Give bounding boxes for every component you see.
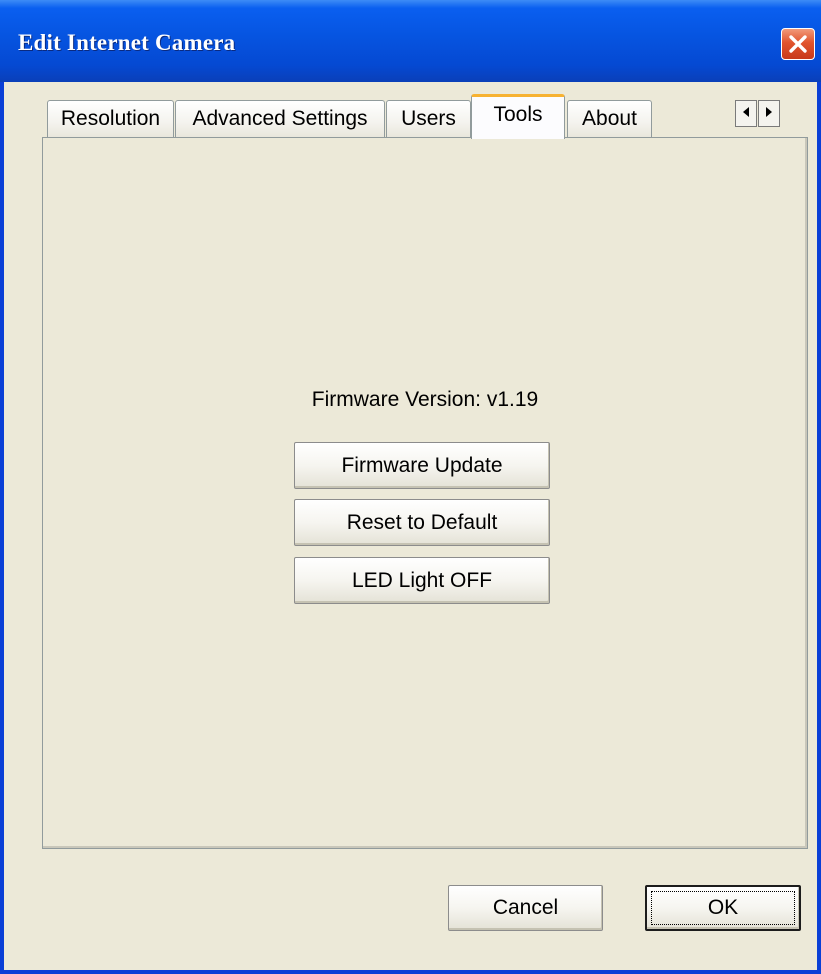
button-label: Reset to Default xyxy=(346,510,498,534)
tab-scroll-left-button[interactable] xyxy=(735,100,757,127)
firmware-update-button[interactable]: Firmware Update xyxy=(294,442,550,489)
led-light-toggle-button[interactable]: LED Light OFF xyxy=(294,557,550,604)
arrow-right-icon xyxy=(764,105,774,123)
tab-tools[interactable]: Tools xyxy=(471,94,565,139)
tab-advanced-settings[interactable]: Advanced Settings xyxy=(175,100,385,137)
close-button[interactable] xyxy=(781,28,815,60)
tab-label: Users xyxy=(401,107,456,130)
button-label: LED Light OFF xyxy=(351,568,493,592)
tools-panel: Firmware Version: v1.19 Firmware Update … xyxy=(42,137,808,849)
tab-label: Tools xyxy=(493,103,543,126)
title-bar[interactable]: Edit Internet Camera xyxy=(0,0,821,82)
tab-resolution[interactable]: Resolution xyxy=(47,100,174,137)
ok-button[interactable]: OK xyxy=(645,885,801,931)
tab-users[interactable]: Users xyxy=(386,100,471,137)
button-label: Cancel xyxy=(492,896,559,919)
edit-camera-dialog: Edit Internet Camera Resolution Advanced… xyxy=(0,0,821,974)
tab-label: Resolution xyxy=(60,107,161,130)
tab-label: About xyxy=(582,107,637,130)
window-title: Edit Internet Camera xyxy=(18,30,236,55)
cancel-button[interactable]: Cancel xyxy=(448,885,603,931)
close-icon xyxy=(788,34,808,54)
tab-about[interactable]: About xyxy=(567,100,652,137)
button-label: OK xyxy=(707,896,739,919)
arrow-left-icon xyxy=(741,105,751,123)
button-label: Firmware Update xyxy=(341,453,503,477)
tab-scroll-right-button[interactable] xyxy=(758,100,780,127)
firmware-version-label: Firmware Version: v1.19 xyxy=(311,388,539,411)
reset-to-default-button[interactable]: Reset to Default xyxy=(294,499,550,546)
tab-label: Advanced Settings xyxy=(192,107,368,130)
